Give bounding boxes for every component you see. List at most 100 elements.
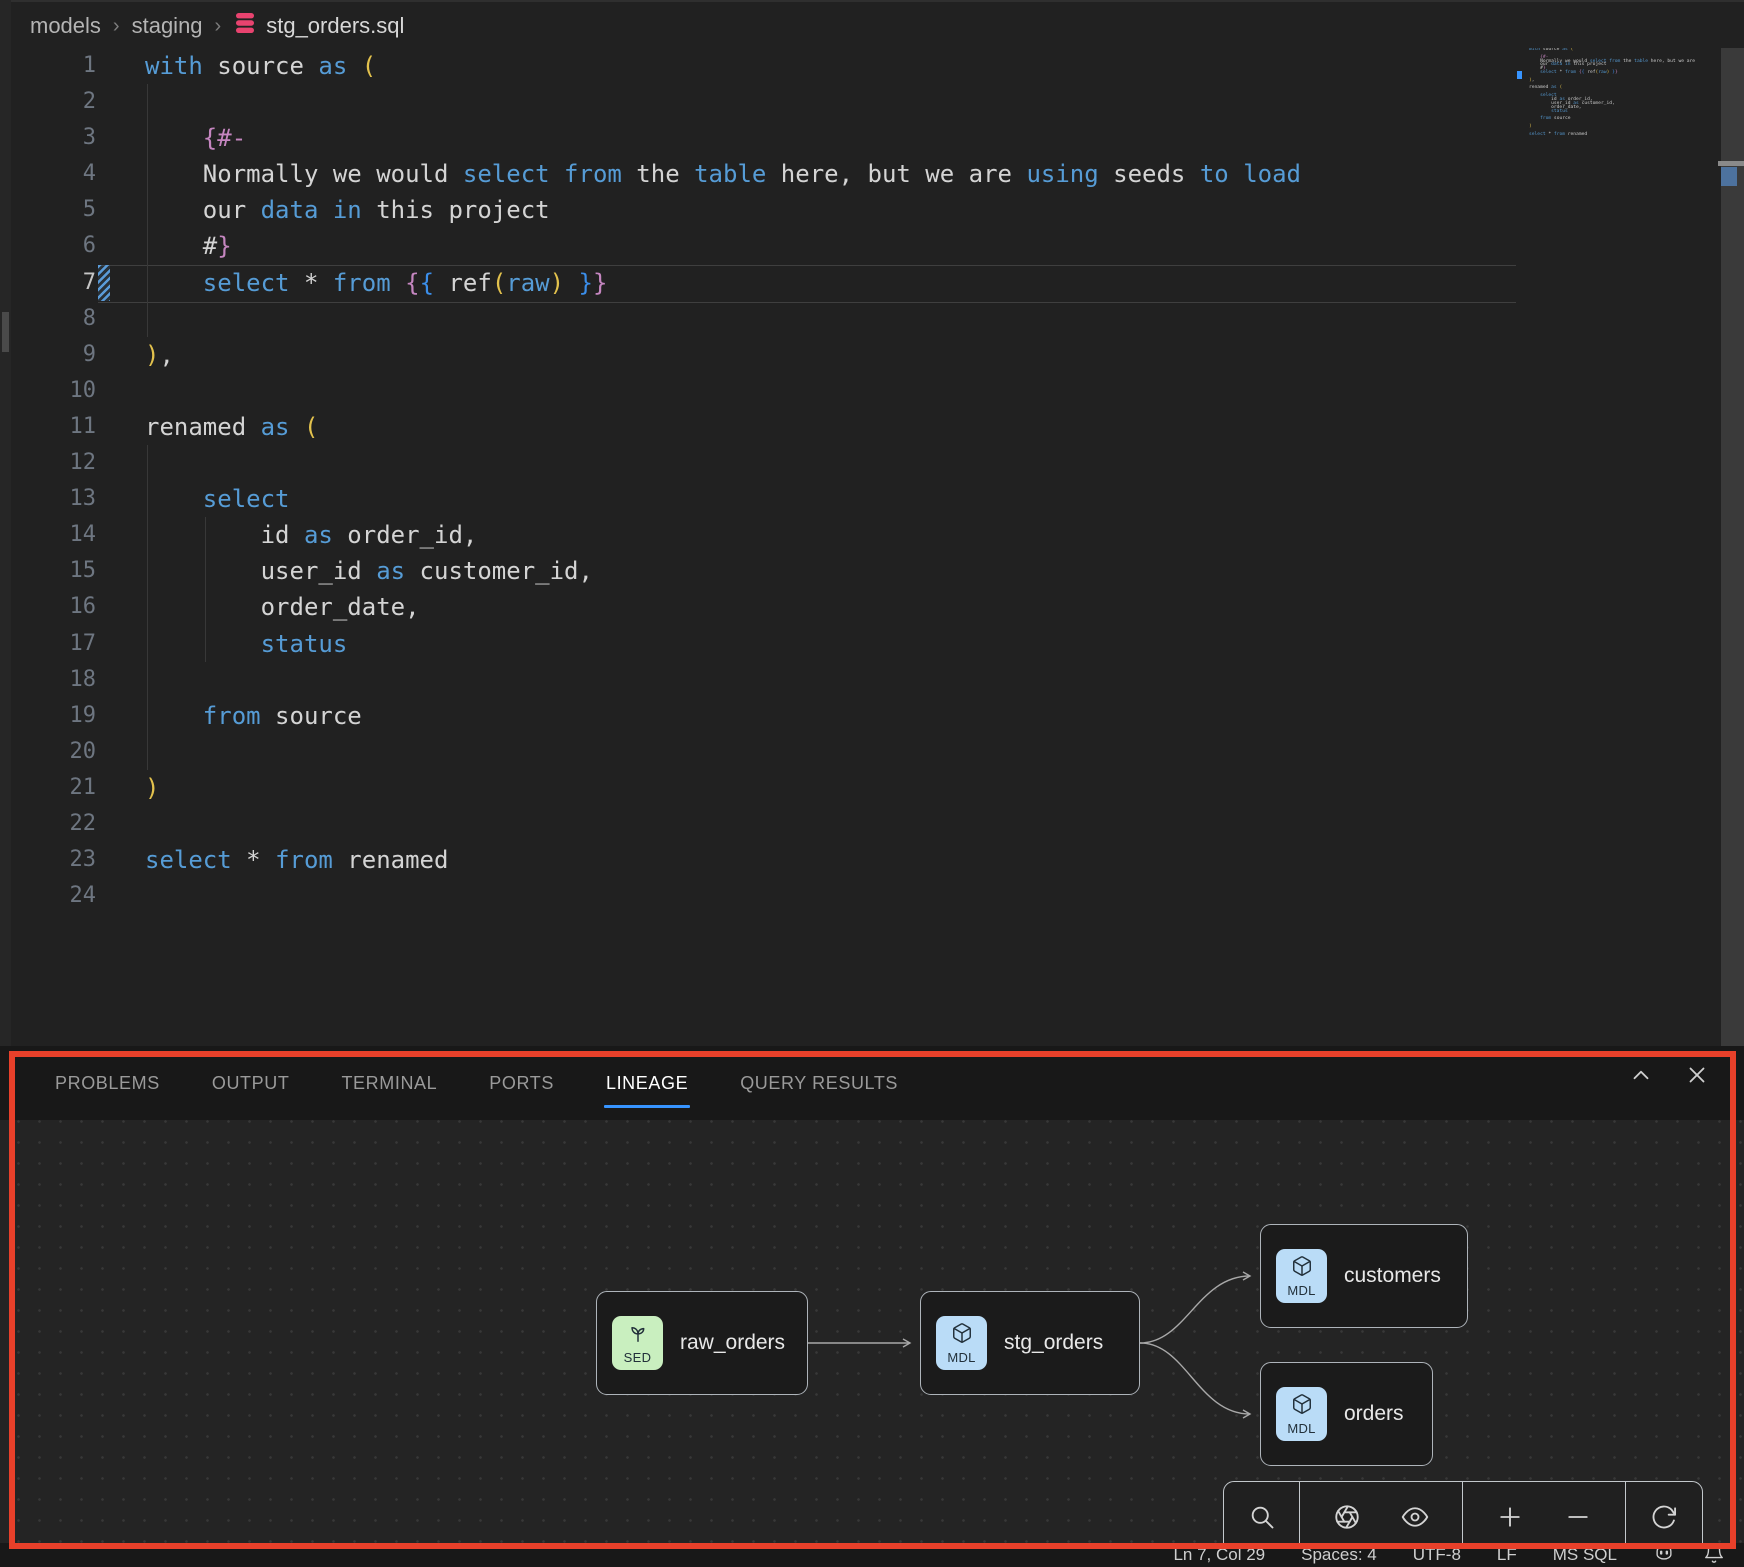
tab-query-results[interactable]: QUERY RESULTS <box>738 1065 900 1102</box>
line-number: 2 <box>11 84 96 120</box>
line-number: 3 <box>11 120 96 156</box>
status-cursor-position[interactable]: Ln 7, Col 29 <box>1173 1545 1265 1565</box>
copilot-icon[interactable] <box>1653 1542 1675 1567</box>
node-type-label: SED <box>624 1350 652 1365</box>
code-line: 24 <box>1525 136 1697 140</box>
search-icon <box>1248 1503 1276 1536</box>
node-type-label: MDL <box>947 1350 975 1365</box>
code-line: 6 #} <box>11 228 1744 264</box>
line-number: 18 <box>11 662 96 698</box>
close-icon <box>1684 1062 1710 1088</box>
line-number: 14 <box>11 517 96 553</box>
status-encoding[interactable]: UTF-8 <box>1413 1545 1461 1565</box>
node-type-badge: MDL <box>1276 1249 1327 1303</box>
code-line: 19 from source <box>11 698 1744 734</box>
line-number: 15 <box>11 553 96 589</box>
seedling-icon <box>627 1322 649 1349</box>
code-line: 24 <box>11 878 1744 914</box>
code-editor[interactable]: 1with source as (23 {#-4 Normally we wou… <box>11 48 1744 1046</box>
node-type-badge: SED <box>612 1316 663 1370</box>
node-label: customers <box>1344 1264 1441 1288</box>
node-type-badge: MDL <box>936 1316 987 1370</box>
code-line: 15 user_id as customer_id, <box>11 553 1744 589</box>
eye-button[interactable] <box>1393 1497 1437 1541</box>
tab-lineage[interactable]: LINEAGE <box>604 1065 690 1102</box>
node-type-label: MDL <box>1287 1421 1315 1436</box>
code-line: 9), <box>11 337 1744 373</box>
cube-icon <box>1291 1255 1313 1282</box>
breadcrumb-models[interactable]: models <box>30 13 101 39</box>
line-number: 8 <box>11 301 96 337</box>
line-number: 1 <box>11 48 96 84</box>
status-bar: Ln 7, Col 29 Spaces: 4 UTF-8 LF MS SQL <box>0 1543 1744 1567</box>
eye-icon <box>1401 1503 1429 1536</box>
lineage-node-raw_orders[interactable]: SEDraw_orders <box>596 1291 808 1395</box>
line-number: 22 <box>11 806 96 842</box>
bell-icon[interactable] <box>1703 1542 1725 1567</box>
line-number: 16 <box>11 589 96 625</box>
tab-output[interactable]: OUTPUT <box>210 1065 292 1102</box>
status-icons <box>1653 1542 1725 1567</box>
line-number: 4 <box>11 156 96 192</box>
node-label: stg_orders <box>1004 1331 1103 1355</box>
code-line: 1with source as ( <box>11 48 1744 84</box>
minimap[interactable]: 1with source as (23 {#-4 Normally we wou… <box>1525 48 1697 468</box>
code-line: 3 {#- <box>11 120 1744 156</box>
zoom-in-button[interactable] <box>1488 1497 1532 1541</box>
cube-icon <box>1291 1393 1313 1420</box>
database-icon <box>233 11 257 41</box>
zoom-out-icon <box>1564 1503 1592 1536</box>
code-line: 10 <box>11 373 1744 409</box>
line-number: 12 <box>11 445 96 481</box>
code-line: 5 our data in this project <box>11 192 1744 228</box>
breadcrumb-file[interactable]: stg_orders.sql <box>233 11 404 41</box>
tab-terminal[interactable]: TERMINAL <box>339 1065 439 1102</box>
refresh-button[interactable] <box>1642 1497 1686 1541</box>
overview-ruler-modified-marker <box>1721 167 1737 186</box>
lineage-edge-stg_orders-to-orders <box>1140 1343 1250 1414</box>
panel-maximize-button[interactable] <box>1626 1060 1656 1090</box>
node-type-badge: MDL <box>1276 1387 1327 1441</box>
node-label: orders <box>1344 1402 1404 1426</box>
overview-ruler-line <box>1718 161 1744 166</box>
bottom-panel: PROBLEMS OUTPUT TERMINAL PORTS LINEAGE QUERY … <box>0 1046 1744 1553</box>
status-indentation[interactable]: Spaces: 4 <box>1301 1545 1377 1565</box>
breadcrumb-separator: › <box>215 15 222 38</box>
lineage-node-stg_orders[interactable]: MDL stg_orders <box>920 1291 1140 1395</box>
breadcrumb-staging[interactable]: staging <box>132 13 203 39</box>
line-number: 21 <box>11 770 96 806</box>
line-number: 9 <box>11 337 96 373</box>
line-number: 11 <box>11 409 96 445</box>
tab-ports[interactable]: PORTS <box>487 1065 556 1102</box>
tab-problems[interactable]: PROBLEMS <box>53 1065 162 1102</box>
line-number: 10 <box>11 373 96 409</box>
line-number: 6 <box>11 228 96 264</box>
code-line: 20 <box>11 734 1744 770</box>
zoom-out-button[interactable] <box>1556 1497 1600 1541</box>
lineage-node-customers[interactable]: MDL customers <box>1260 1224 1468 1328</box>
status-eol[interactable]: LF <box>1497 1545 1517 1565</box>
code-lines: 1with source as (23 {#-4 Normally we wou… <box>11 48 1744 914</box>
lineage-node-orders[interactable]: MDL orders <box>1260 1362 1433 1466</box>
code-line: 14 id as order_id, <box>11 517 1744 553</box>
search-button[interactable] <box>1240 1497 1284 1541</box>
line-number: 23 <box>11 842 96 878</box>
refresh-icon <box>1650 1503 1678 1536</box>
lineage-edge-stg_orders-to-customers <box>1140 1276 1250 1343</box>
code-line: 23select * from renamed <box>11 842 1744 878</box>
code-line: 12 <box>11 445 1744 481</box>
code-line: 13 select <box>11 481 1744 517</box>
cube-icon <box>951 1322 973 1349</box>
aperture-button[interactable] <box>1325 1497 1369 1541</box>
code-line: 11renamed as ( <box>11 409 1744 445</box>
aperture-icon <box>1333 1503 1361 1536</box>
scrollbar[interactable] <box>1721 48 1744 1046</box>
zoom-in-icon <box>1496 1503 1524 1536</box>
chevron-up-icon <box>1628 1062 1654 1088</box>
panel-close-button[interactable] <box>1682 1060 1712 1090</box>
code-line: 16 order_date, <box>11 589 1744 625</box>
code-line: 21) <box>11 770 1744 806</box>
lineage-canvas[interactable]: SEDraw_ordersMDLstg_ordersMDLcustomersMD… <box>0 1120 1744 1553</box>
sidebar-scroll-thumb[interactable] <box>2 312 9 352</box>
status-language-mode[interactable]: MS SQL <box>1553 1545 1617 1565</box>
